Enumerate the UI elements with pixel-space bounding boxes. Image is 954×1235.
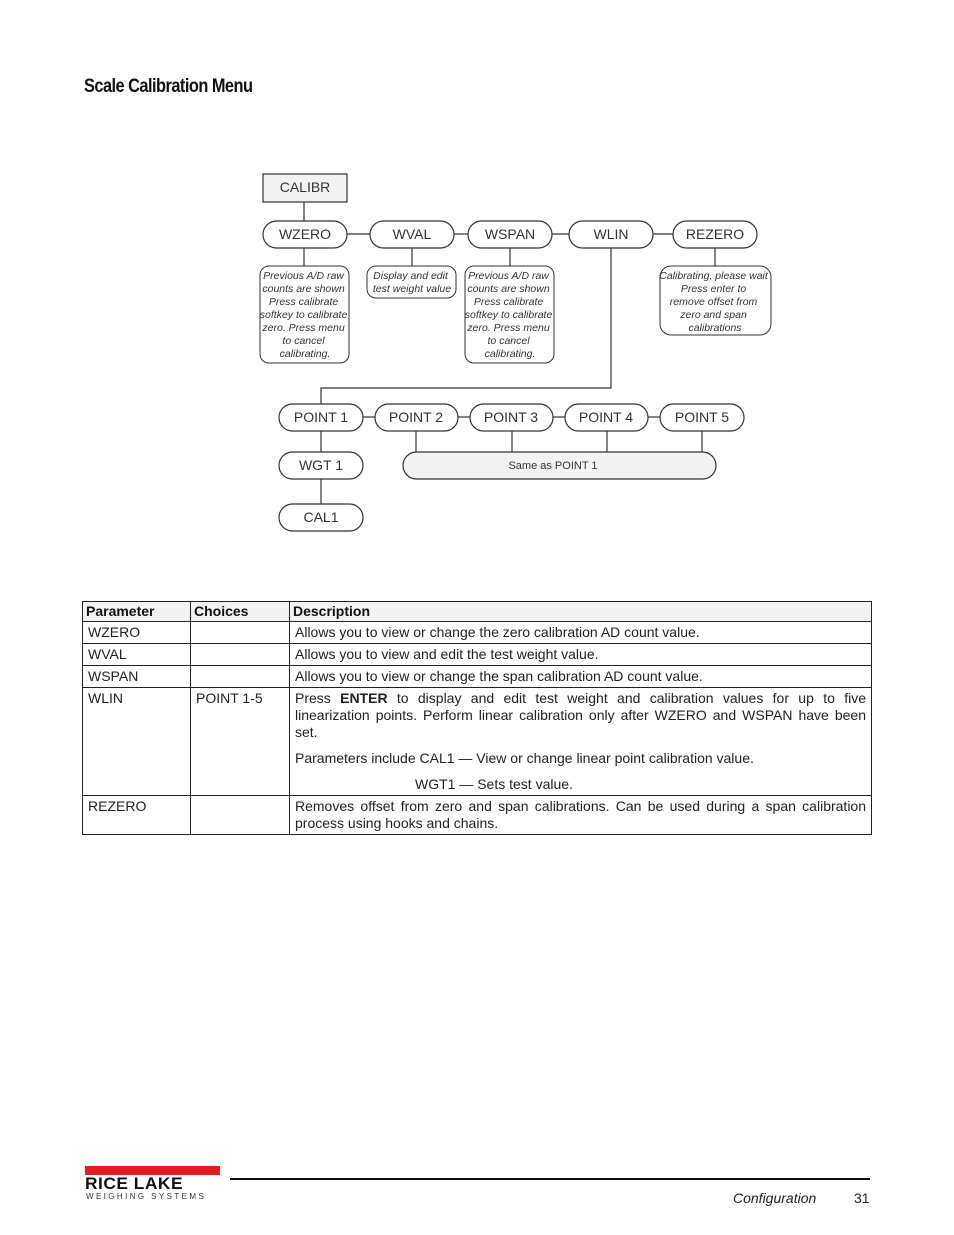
header-parameter: Parameter xyxy=(82,601,191,622)
node-cal1: CAL1 xyxy=(278,503,364,532)
node-calibr-label: CALIBR xyxy=(280,179,331,195)
table-row: WLIN POINT 1-5 Press ENTER to display an… xyxy=(82,687,872,796)
cell-description: Allows you to view or change the zero ca… xyxy=(289,621,872,644)
node-wspan: WSPAN xyxy=(467,220,553,249)
node-wlin-label: WLIN xyxy=(594,226,629,242)
cell-parameter: WSPAN xyxy=(82,665,191,688)
svg-text:POINT 4: POINT 4 xyxy=(579,409,633,425)
table-row: WSPAN Allows you to view or change the s… xyxy=(82,665,872,688)
parameter-table: Parameter Choices Description WZERO Allo… xyxy=(82,601,872,835)
node-point-1: POINT 1 xyxy=(278,403,364,432)
svg-text:Display and edit test we: Display and edit test weight value xyxy=(373,270,451,295)
svg-text:Same as POINT 1: Same as POINT 1 xyxy=(508,460,597,472)
note-rezero: Calibrating, please wait Press enter to … xyxy=(659,265,772,336)
footer-divider xyxy=(230,1178,870,1180)
table-row: WZERO Allows you to view or change the z… xyxy=(82,621,872,644)
node-calibr: CALIBR xyxy=(262,173,348,203)
node-rezero: REZERO xyxy=(672,220,758,249)
node-point-3: POINT 3 xyxy=(469,403,554,432)
cell-parameter: REZERO xyxy=(82,795,191,835)
node-wspan-label: WSPAN xyxy=(485,226,535,242)
node-wval: WVAL xyxy=(369,220,455,249)
table-header-row: Parameter Choices Description xyxy=(82,601,872,622)
wlin-description-para2: Parameters include CAL1 — View or change… xyxy=(295,750,754,766)
cell-choices xyxy=(190,795,290,835)
cell-description: Removes offset from zero and span calibr… xyxy=(289,795,872,835)
footer-section-name: Configuration xyxy=(733,1190,817,1206)
brand-logo: RICE LAKE xyxy=(85,1174,184,1193)
enter-key-label: ENTER xyxy=(340,690,388,706)
calibration-menu-diagram: CALIBR WZERO WVAL WSPAN WLIN REZERO Prev… xyxy=(259,173,772,532)
cell-description: Press ENTER to display and edit test wei… xyxy=(289,687,872,796)
note-wzero: Previous A/D raw counts are shown Press … xyxy=(259,265,350,364)
svg-text:POINT 5: POINT 5 xyxy=(675,409,729,425)
node-wlin: WLIN xyxy=(568,220,654,249)
node-point-5: POINT 5 xyxy=(659,403,745,432)
svg-text:POINT 3: POINT 3 xyxy=(484,409,538,425)
table-row: WVAL Allows you to view and edit the tes… xyxy=(82,643,872,666)
cell-description: Allows you to view and edit the test wei… xyxy=(289,643,872,666)
svg-text:WGT 1: WGT 1 xyxy=(299,457,343,473)
cell-choices xyxy=(190,621,290,644)
cell-description: Allows you to view or change the span ca… xyxy=(289,665,872,688)
cell-parameter: WVAL xyxy=(82,643,191,666)
cell-choices: POINT 1-5 xyxy=(190,687,290,796)
node-wgt1: WGT 1 xyxy=(278,451,364,480)
node-same-as-point1: Same as POINT 1 xyxy=(402,451,717,480)
cell-parameter: WZERO xyxy=(82,621,191,644)
cell-choices xyxy=(190,643,290,666)
node-rezero-label: REZERO xyxy=(686,226,744,242)
cell-parameter: WLIN xyxy=(82,687,191,796)
svg-text:CAL1: CAL1 xyxy=(303,509,338,525)
note-wval: Display and edit test weight value xyxy=(366,265,457,299)
svg-text:POINT 2: POINT 2 xyxy=(389,409,443,425)
node-point-4: POINT 4 xyxy=(564,403,649,432)
wlin-description-para1: Press ENTER to display and edit test wei… xyxy=(295,690,866,740)
page-number: 31 xyxy=(854,1190,870,1206)
cell-choices xyxy=(190,665,290,688)
note-wspan: Previous A/D raw counts are shown Press … xyxy=(464,265,555,364)
node-point-2: POINT 2 xyxy=(374,403,459,432)
table-row: REZERO Removes offset from zero and span… xyxy=(82,795,872,835)
header-description: Description xyxy=(289,601,872,622)
node-wzero-label: WZERO xyxy=(279,226,331,242)
wlin-description-para3: WGT1 — Sets test value. xyxy=(415,776,573,792)
node-wval-label: WVAL xyxy=(393,226,432,242)
header-choices: Choices xyxy=(190,601,290,622)
brand-logo-subtitle: WEIGHING SYSTEMS xyxy=(86,1192,207,1201)
svg-text:POINT 1: POINT 1 xyxy=(294,409,348,425)
node-wzero: WZERO xyxy=(262,220,348,249)
